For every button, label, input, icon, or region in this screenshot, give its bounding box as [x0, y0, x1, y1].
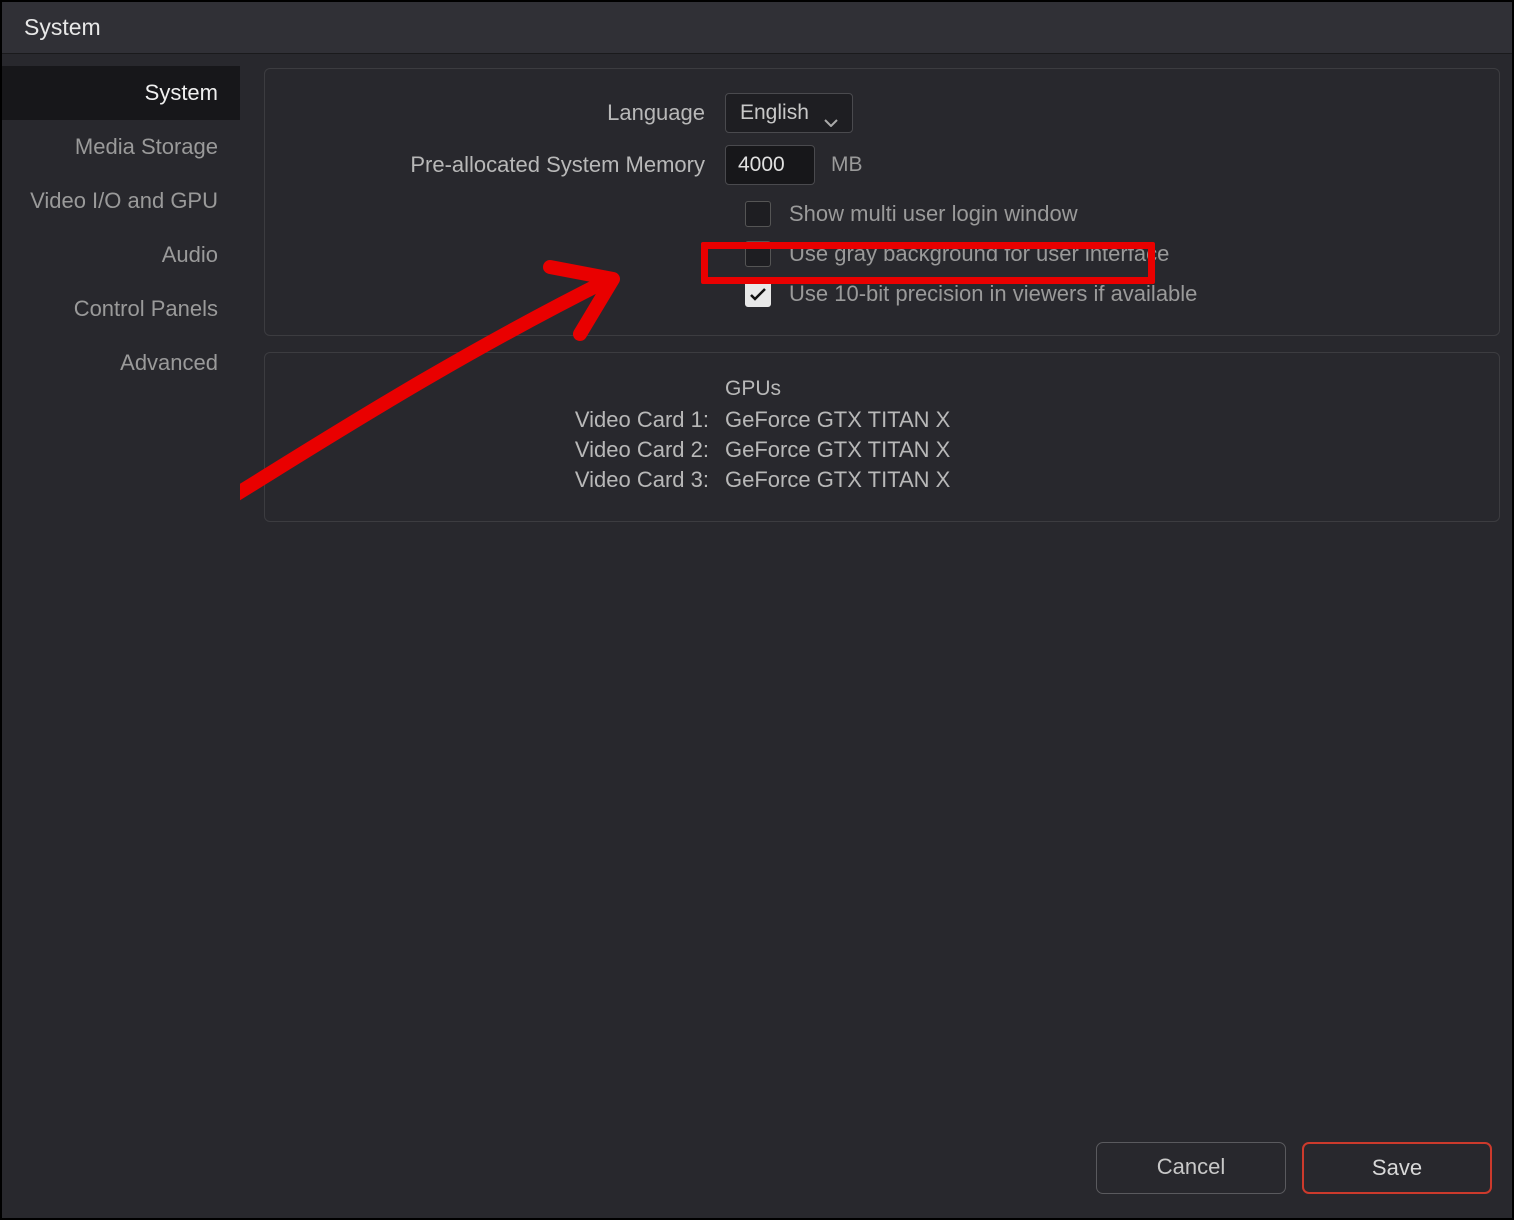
sidebar-item-control-panels[interactable]: Control Panels: [2, 282, 240, 336]
gpu-card-value: GeForce GTX TITAN X: [725, 407, 950, 433]
sidebar-item-label: Control Panels: [74, 296, 218, 321]
general-settings-panel: Language English Pre-allocated System Me…: [264, 68, 1500, 336]
save-button[interactable]: Save: [1302, 1142, 1492, 1194]
memory-unit: MB: [831, 153, 863, 177]
checkbox-row-multi-user: Show multi user login window: [745, 197, 1469, 231]
sidebar-item-system[interactable]: System: [2, 66, 240, 120]
checkbox-label: Use gray background for user interface: [789, 241, 1169, 267]
checkbox-row-10bit: Use 10-bit precision in viewers if avail…: [745, 277, 1469, 311]
checkbox-label: Show multi user login window: [789, 201, 1078, 227]
button-label: Cancel: [1157, 1154, 1225, 1179]
gpu-row-2: Video Card 2: GeForce GTX TITAN X: [295, 437, 1469, 463]
window-body: System Media Storage Video I/O and GPU A…: [2, 54, 1512, 1124]
gpu-card-label: Video Card 1:: [295, 407, 725, 433]
gpu-row-3: Video Card 3: GeForce GTX TITAN X: [295, 467, 1469, 493]
checkbox-gray-bg[interactable]: [745, 241, 771, 267]
checkbox-row-gray-bg: Use gray background for user interface: [745, 237, 1469, 271]
chevron-down-icon: [824, 109, 838, 117]
gpu-empty-label: [295, 377, 725, 401]
button-label: Save: [1372, 1155, 1422, 1180]
content-area: Language English Pre-allocated System Me…: [240, 54, 1512, 1124]
checkbox-10bit[interactable]: [745, 281, 771, 307]
footer: Cancel Save: [2, 1124, 1512, 1218]
language-label: Language: [295, 100, 725, 126]
cancel-button[interactable]: Cancel: [1096, 1142, 1286, 1194]
sidebar-item-label: System: [145, 80, 218, 105]
gpu-header-row: GPUs: [295, 377, 1469, 401]
gpu-row-1: Video Card 1: GeForce GTX TITAN X: [295, 407, 1469, 433]
sidebar: System Media Storage Video I/O and GPU A…: [2, 54, 240, 1124]
language-select-value: English: [740, 101, 809, 125]
gpu-card-value: GeForce GTX TITAN X: [725, 467, 950, 493]
gpu-card-label: Video Card 3:: [295, 467, 725, 493]
checkbox-group: Show multi user login window Use gray ba…: [745, 197, 1469, 311]
sidebar-item-advanced[interactable]: Advanced: [2, 336, 240, 390]
memory-input[interactable]: [725, 145, 815, 185]
sidebar-item-label: Video I/O and GPU: [30, 188, 218, 213]
sidebar-item-media-storage[interactable]: Media Storage: [2, 120, 240, 174]
language-select[interactable]: English: [725, 93, 853, 133]
memory-label: Pre-allocated System Memory: [295, 152, 725, 178]
language-row: Language English: [295, 93, 1469, 133]
preferences-window: System System Media Storage Video I/O an…: [0, 0, 1514, 1220]
gpu-card-label: Video Card 2:: [295, 437, 725, 463]
memory-row: Pre-allocated System Memory MB: [295, 145, 1469, 185]
gpu-header: GPUs: [725, 377, 781, 401]
sidebar-item-video-io-gpu[interactable]: Video I/O and GPU: [2, 174, 240, 228]
sidebar-item-audio[interactable]: Audio: [2, 228, 240, 282]
checkbox-label: Use 10-bit precision in viewers if avail…: [789, 281, 1197, 307]
gpu-card-value: GeForce GTX TITAN X: [725, 437, 950, 463]
window-title: System: [2, 2, 1512, 54]
checkbox-multi-user[interactable]: [745, 201, 771, 227]
sidebar-item-label: Advanced: [120, 350, 218, 375]
sidebar-item-label: Audio: [162, 242, 218, 267]
sidebar-item-label: Media Storage: [75, 134, 218, 159]
gpu-panel: GPUs Video Card 1: GeForce GTX TITAN X V…: [264, 352, 1500, 522]
